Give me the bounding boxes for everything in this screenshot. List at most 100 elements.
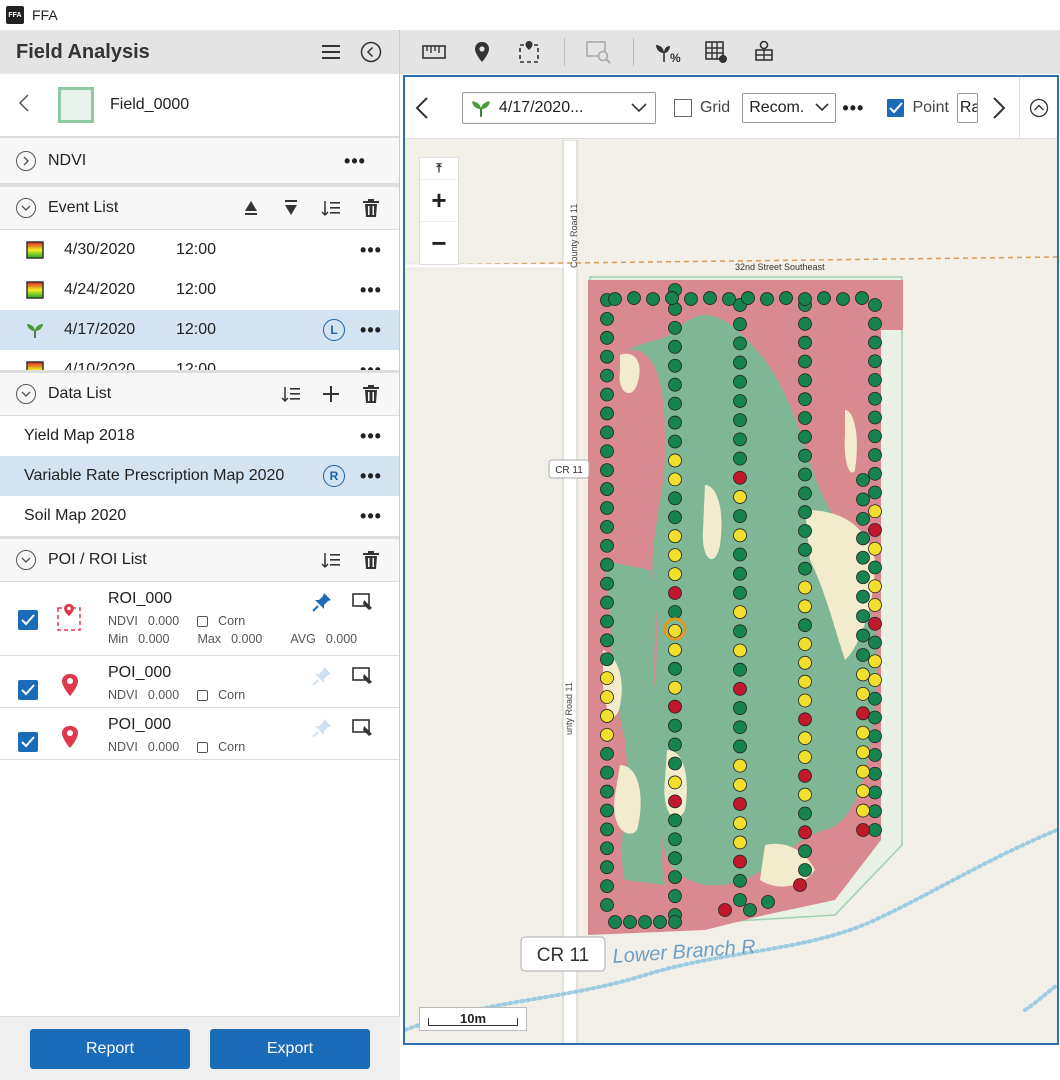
section-poi-roi[interactable]: POI / ROI List [0, 536, 399, 582]
sample-point [668, 915, 682, 929]
trash-icon[interactable] [359, 196, 383, 220]
collapse-icon[interactable] [16, 198, 36, 218]
collapse-icon[interactable] [16, 550, 36, 570]
sample-point [798, 486, 812, 501]
point-checkbox[interactable] [887, 98, 905, 117]
edit-area-icon[interactable] [351, 716, 375, 740]
sample-point [733, 355, 747, 370]
move-bottom-icon[interactable] [279, 196, 303, 220]
section-data-list[interactable]: Data List [0, 370, 399, 416]
more-icon[interactable]: ••• [359, 427, 383, 445]
pin-icon-disabled[interactable] [310, 716, 334, 740]
sample-point [798, 542, 812, 557]
more-icon[interactable]: ••• [359, 281, 383, 299]
data-item[interactable]: Soil Map 2020 ••• [0, 496, 399, 536]
data-item-selected[interactable]: Variable Rate Prescription Map 2020 R ••… [0, 456, 399, 496]
sort-icon[interactable] [319, 196, 343, 220]
sample-point [600, 312, 614, 326]
inspect-icon-disabled[interactable] [585, 38, 613, 66]
event-date: 4/24/2020 [64, 281, 136, 298]
event-row[interactable]: 4/30/2020 12:00 ••• [0, 230, 399, 270]
recom-dropdown[interactable]: Recom. [742, 92, 836, 123]
next-arrow-icon[interactable] [978, 77, 1019, 139]
sample-point [684, 292, 698, 306]
grid-settings-icon[interactable] [702, 38, 730, 66]
more-icon[interactable]: ••• [343, 152, 367, 170]
section-event-list[interactable]: Event List [0, 184, 399, 230]
report-button[interactable]: Report [30, 1028, 190, 1069]
collapse-icon[interactable] [16, 384, 36, 404]
sample-point [856, 609, 870, 624]
zoom-in-button[interactable]: + [420, 180, 458, 222]
pin-icon-disabled[interactable] [310, 664, 334, 688]
ruler-icon[interactable] [420, 38, 448, 66]
left-panel: Field Analysis Field_0000 NDVI ••• Event… [0, 30, 400, 1080]
more-icon[interactable]: ••• [842, 99, 865, 117]
more-icon[interactable]: ••• [359, 361, 383, 370]
event-row[interactable]: 4/24/2020 12:00 ••• [0, 270, 399, 310]
sample-point [798, 335, 812, 350]
roi-checkbox[interactable] [18, 610, 38, 630]
sample-point [733, 701, 747, 715]
sort-icon[interactable] [319, 548, 343, 572]
trash-icon[interactable] [359, 548, 383, 572]
more-icon[interactable]: ••• [359, 321, 383, 339]
sampling-icon[interactable] [750, 38, 778, 66]
crop-icon [197, 689, 209, 701]
edit-area-icon[interactable] [351, 590, 375, 614]
area-select-icon[interactable] [516, 38, 544, 66]
move-top-icon[interactable] [239, 196, 263, 220]
grid-checkbox[interactable] [674, 98, 692, 117]
bottom-bar: Report Export [0, 1016, 400, 1080]
zoom-top-icon[interactable]: ⤒ [420, 158, 458, 180]
crop-percent-icon[interactable]: % [654, 38, 682, 66]
ra-dropdown[interactable]: Ra [956, 92, 979, 123]
export-button[interactable]: Export [210, 1028, 370, 1069]
ndvi-gradient-icon [26, 241, 44, 259]
sample-point [600, 368, 614, 383]
collapse-up-icon[interactable] [1020, 77, 1057, 139]
poi-row[interactable]: POI_000 NDVI 0.000 Corn [0, 656, 399, 708]
expand-icon[interactable] [16, 150, 36, 171]
menu-icon[interactable] [319, 40, 343, 64]
avg-label: AVG [290, 632, 316, 646]
edit-area-icon[interactable] [351, 664, 375, 688]
sample-point [668, 851, 682, 866]
event-row[interactable]: 4/10/2020 12:00 ••• [0, 350, 399, 370]
more-icon[interactable]: ••• [359, 507, 383, 525]
collapse-panel-icon[interactable] [359, 40, 383, 64]
sort-icon[interactable] [279, 382, 303, 406]
sample-point [798, 561, 812, 576]
pin-icon[interactable] [310, 590, 334, 614]
sample-point [668, 813, 682, 828]
sample-point [868, 298, 882, 312]
poi-checkbox[interactable] [18, 680, 38, 700]
sample-point [779, 291, 793, 305]
more-icon[interactable]: ••• [359, 467, 383, 485]
ra-value: Ra [959, 98, 979, 116]
sample-point [668, 756, 682, 771]
poi-checkbox[interactable] [18, 732, 38, 752]
event-time: 12:00 [176, 281, 217, 298]
roi-row[interactable]: ROI_000 NDVI 0.000 Corn Min 0.000 Max 0.… [0, 582, 399, 656]
poi-row[interactable]: POI_000 NDVI 0.000 Corn [0, 708, 399, 760]
sample-point [733, 490, 747, 504]
data-item[interactable]: Yield Map 2018 ••• [0, 416, 399, 456]
map-view[interactable]: 4/17/2020... Grid Recom. ••• Point Ra 32… [403, 75, 1059, 1045]
grid-label: Grid [699, 98, 731, 116]
prev-arrow-icon[interactable] [405, 77, 440, 139]
sample-point [856, 511, 870, 526]
event-row-selected[interactable]: 4/17/2020 12:00 L ••• [0, 310, 399, 350]
map-canvas[interactable]: 32nd Street Southeast County Road 11 unt… [405, 140, 1057, 1045]
sample-point [608, 292, 622, 306]
add-icon[interactable] [319, 382, 343, 406]
sample-point [600, 727, 614, 742]
more-icon[interactable]: ••• [359, 241, 383, 259]
date-dropdown[interactable]: 4/17/2020... [461, 91, 657, 124]
sample-point [668, 624, 682, 638]
section-ndvi[interactable]: NDVI ••• [0, 138, 399, 184]
back-icon[interactable] [18, 93, 30, 118]
zoom-out-button[interactable]: − [420, 222, 458, 264]
trash-icon[interactable] [359, 382, 383, 406]
location-pin-icon[interactable] [468, 38, 496, 66]
